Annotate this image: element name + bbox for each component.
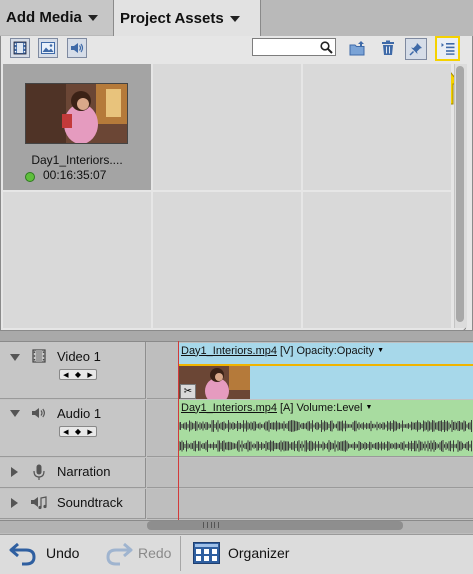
redo-label: Redo (138, 545, 172, 561)
prev-keyframe-icon[interactable]: ◀ (63, 428, 68, 436)
asset-name: Day1_Interiors.... (31, 153, 123, 167)
expand-triangle-icon[interactable] (11, 498, 18, 508)
film-icon (13, 41, 27, 55)
asset-slot-empty (303, 64, 451, 190)
tab-add-media[interactable]: Add Media (0, 0, 117, 35)
music-speaker-icon (31, 496, 47, 510)
scrollbar-thumb[interactable] (456, 66, 464, 322)
organizer-button[interactable]: Organizer (193, 538, 289, 568)
track-header-soundtrack: Soundtrack (0, 489, 146, 519)
audio-clip-header[interactable]: Day1_Interiors.mp4 [A] Volume:Level ▼ (179, 400, 473, 415)
track-title: Narration (57, 464, 111, 479)
keyframe-diamond-icon[interactable]: ◆ (75, 370, 81, 379)
tab-project-assets[interactable]: Project Assets (113, 0, 261, 37)
chevron-down-icon[interactable]: ▼ (366, 404, 373, 411)
filter-image-button[interactable] (38, 38, 58, 58)
playhead[interactable] (178, 341, 179, 521)
audio-clip-tag: [A] (280, 401, 294, 414)
collapse-triangle-icon[interactable] (10, 410, 20, 417)
asset-slot-empty (153, 64, 301, 190)
video-clip-effect[interactable]: Opacity:Opacity (296, 345, 374, 357)
asset-slot-empty (153, 192, 301, 328)
filter-audio-button[interactable] (67, 38, 87, 58)
track-header-audio-1: Audio 1 ◀ ◆ ▶ (0, 400, 146, 457)
resize-grip-icon[interactable] (456, 322, 467, 336)
undo-icon (9, 542, 36, 566)
audio-clip-effect[interactable]: Volume:Level (296, 402, 362, 414)
collapse-triangle-icon[interactable] (10, 354, 20, 361)
scrollbar-thumb[interactable] (147, 521, 403, 530)
image-icon (41, 42, 55, 54)
divider (180, 536, 181, 571)
scroll-grip-icon (203, 522, 219, 528)
undo-label: Undo (46, 545, 80, 561)
chevron-down-icon (87, 14, 98, 21)
track-title: Audio 1 (57, 406, 102, 421)
list-view-button[interactable] (435, 36, 460, 61)
next-keyframe-icon[interactable]: ▶ (87, 428, 92, 436)
folder-up-icon (349, 41, 365, 56)
asset-grid: Day1_Interiors.... 00:16:35:07 (3, 64, 451, 330)
speaker-icon (32, 408, 45, 418)
trash-icon (382, 40, 394, 55)
track-lane-soundtrack[interactable] (147, 489, 473, 519)
search-icon[interactable] (318, 39, 334, 55)
film-icon (32, 349, 46, 363)
asset-thumbnail (25, 83, 128, 144)
tab-add-media-label: Add Media (6, 9, 82, 26)
track-lane-narration[interactable] (147, 458, 473, 488)
expand-triangle-icon[interactable] (11, 467, 18, 477)
keyframe-diamond-icon[interactable]: ◆ (75, 427, 81, 436)
asset-slot-empty (303, 192, 451, 328)
track-title: Video 1 (57, 349, 101, 364)
tab-project-assets-label: Project Assets (120, 10, 224, 27)
redo-icon (106, 542, 133, 566)
audio-waveform (179, 420, 472, 452)
video-clip-header[interactable]: Day1_Interiors.mp4 [V] Opacity:Opacity ▼ (179, 343, 473, 358)
next-keyframe-icon[interactable]: ▶ (87, 371, 92, 379)
time-ruler[interactable] (0, 331, 473, 342)
chevron-down-icon (229, 15, 240, 22)
delete-button[interactable] (378, 38, 398, 58)
filter-video-button[interactable] (10, 38, 30, 58)
prev-keyframe-icon[interactable]: ◀ (63, 371, 68, 379)
video-clip-filename: Day1_Interiors.mp4 (181, 344, 277, 357)
organizer-grid-icon (193, 542, 220, 564)
track-header-video-1: Video 1 ◀ ◆ ▶ (0, 342, 146, 399)
track-title: Soundtrack (57, 495, 123, 510)
microphone-icon (33, 464, 45, 480)
track-header-narration: Narration (0, 458, 146, 488)
redo-button[interactable]: Redo (104, 538, 171, 568)
video-clip-tag: [V] (280, 344, 294, 357)
pin-icon (409, 43, 422, 56)
speaker-icon (71, 43, 84, 53)
keyframe-controls[interactable]: ◀ ◆ ▶ (59, 426, 97, 437)
list-view-icon (441, 43, 454, 55)
chevron-down-icon[interactable]: ▼ (377, 347, 384, 354)
pin-button[interactable] (405, 38, 427, 60)
status-dot (25, 172, 35, 182)
undo-button[interactable]: Undo (8, 538, 79, 568)
audio-clip-filename: Day1_Interiors.mp4 (181, 401, 277, 414)
asset-slot-empty (3, 192, 151, 328)
asset-tile[interactable]: Day1_Interiors.... 00:16:35:07 (3, 64, 151, 190)
upload-folder-button[interactable] (348, 38, 368, 58)
organizer-label: Organizer (228, 545, 290, 561)
asset-duration: 00:16:35:07 (43, 168, 107, 182)
scissors-icon[interactable]: ✂ (180, 384, 196, 399)
keyframe-controls[interactable]: ◀ ◆ ▶ (59, 369, 97, 380)
